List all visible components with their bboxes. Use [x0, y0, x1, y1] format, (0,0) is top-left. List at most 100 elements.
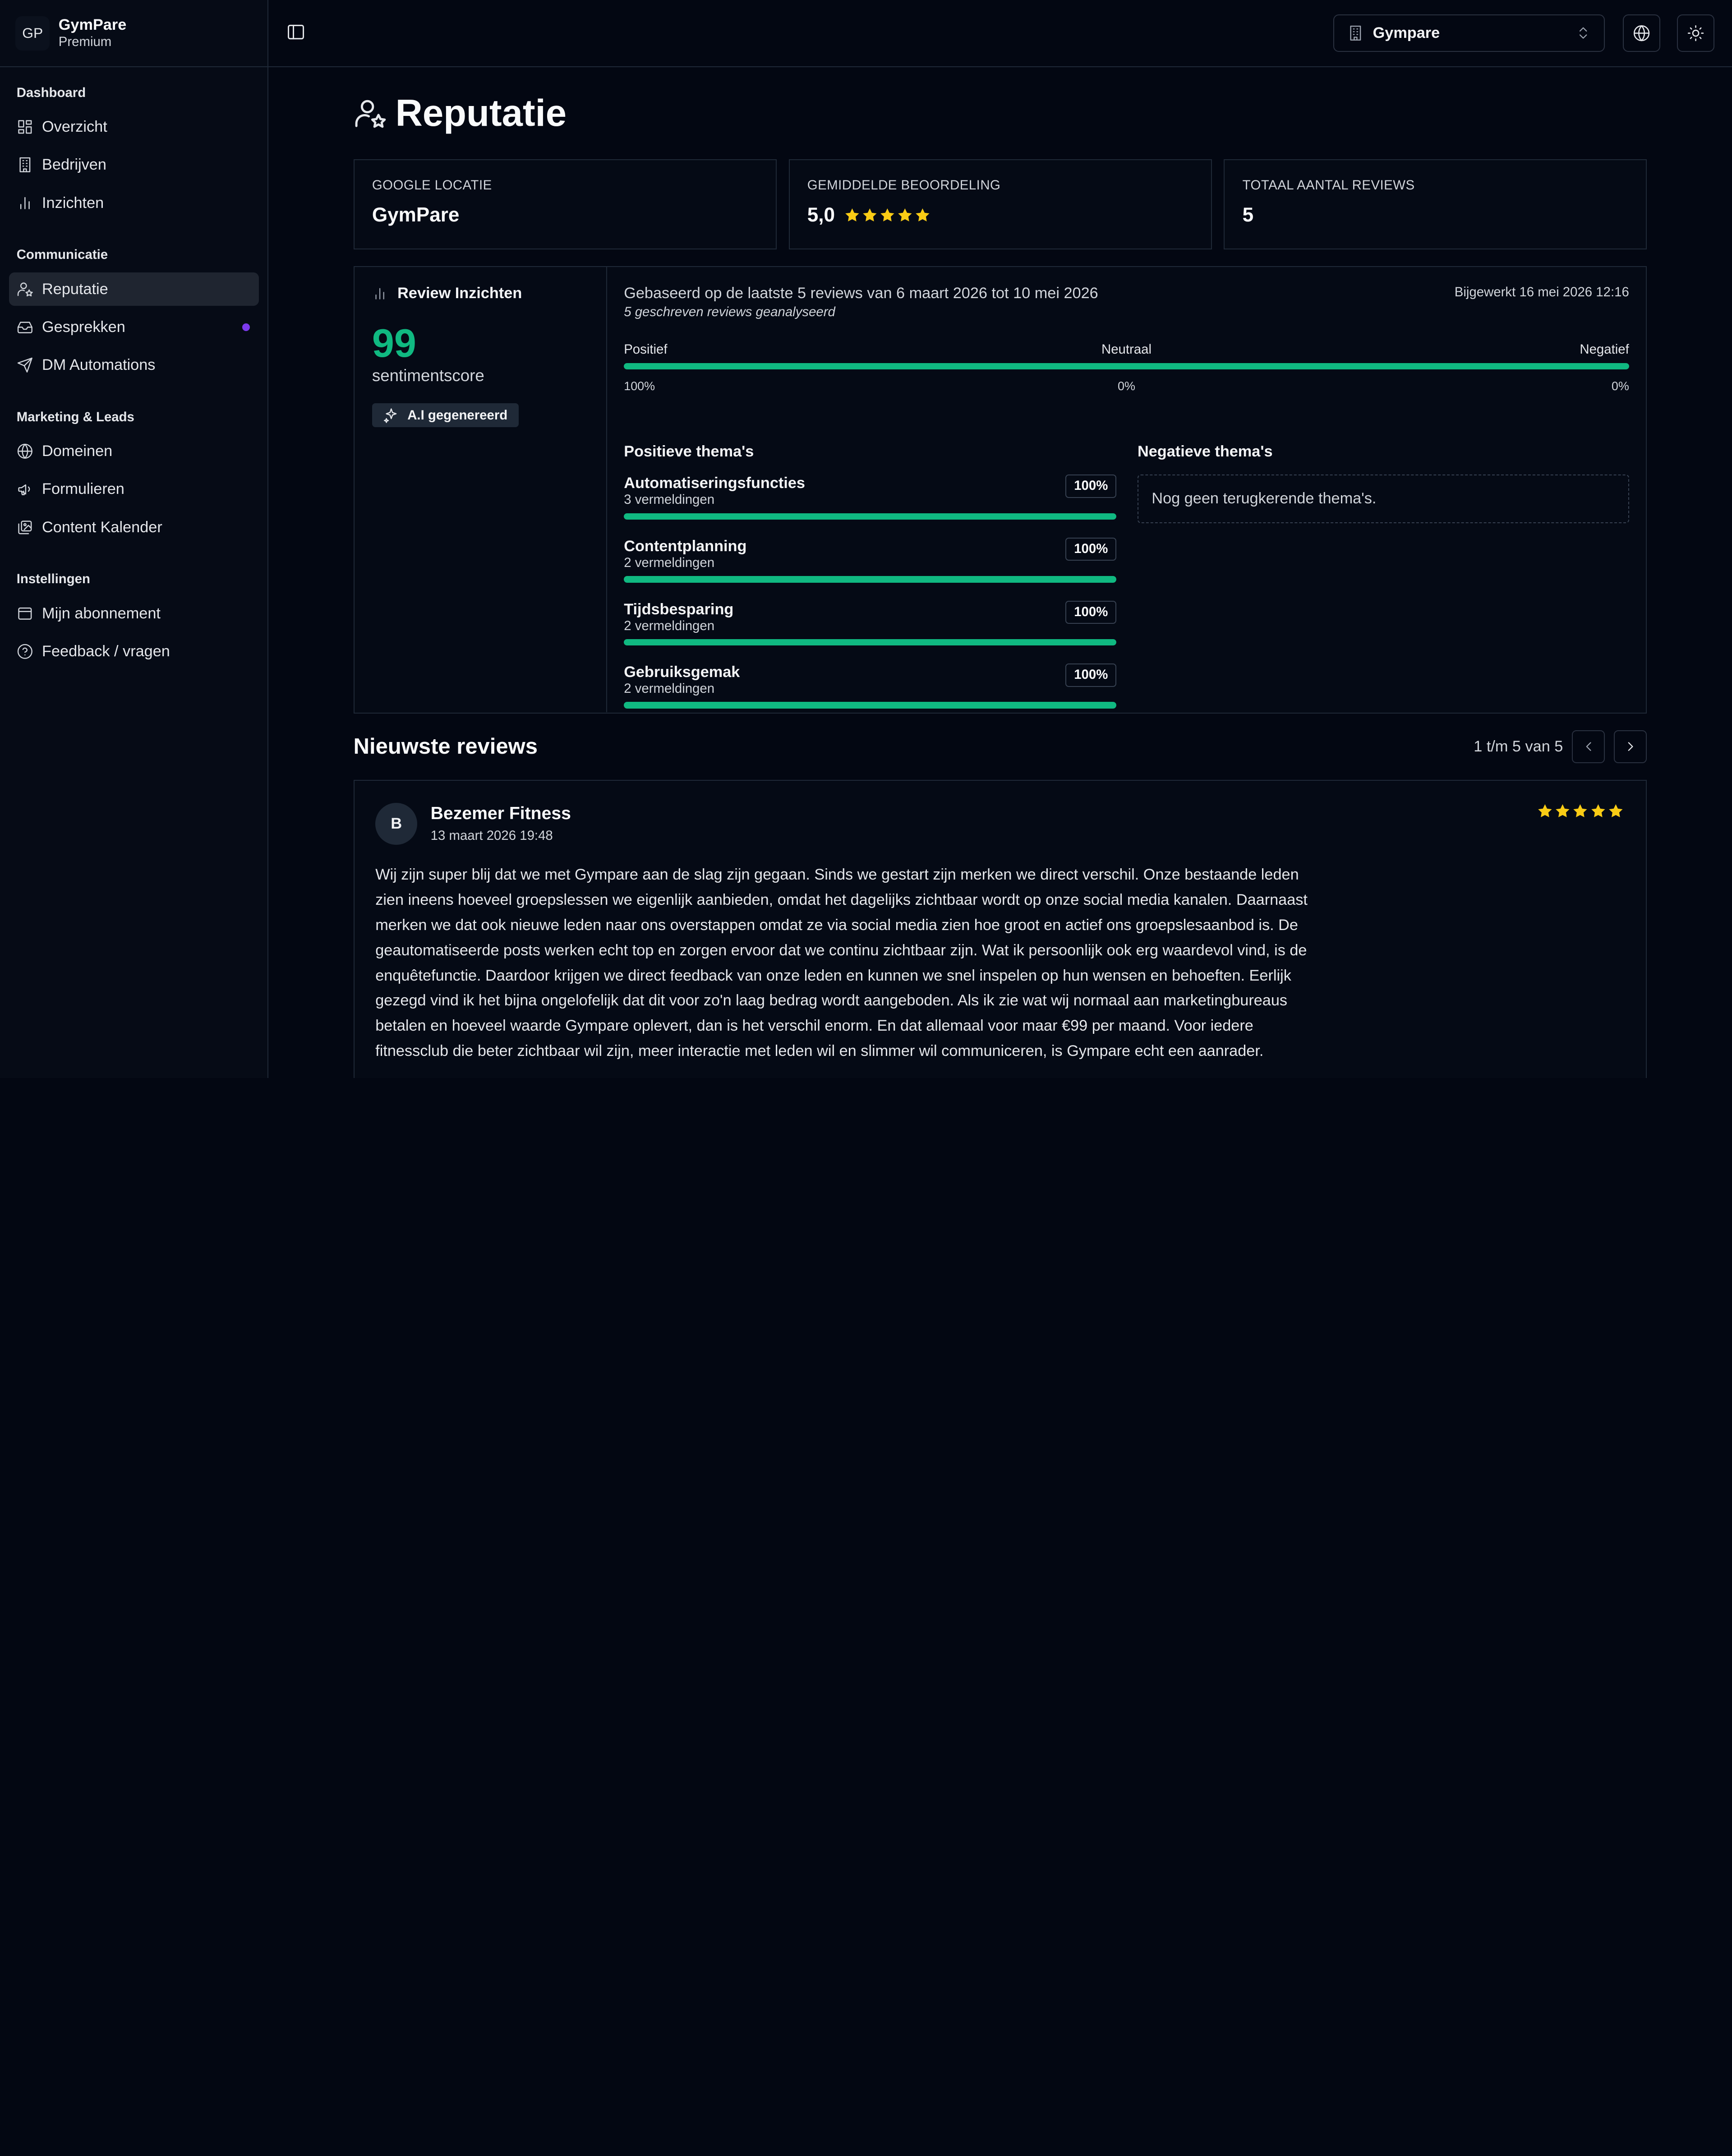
sentiment-neutral-pct: 0%	[1118, 379, 1135, 393]
theme-item: Gebruiksgemak 2 vermeldingen 100%	[624, 663, 1117, 727]
brand-switcher[interactable]: GP GymPare Premium	[0, 0, 268, 68]
sidebar-item-inzichten[interactable]: Inzichten	[9, 186, 259, 219]
sidebar-item-label: DM Automations	[42, 356, 156, 374]
ai-generated-badge: A.I gegenereerd	[372, 403, 519, 428]
sidebar-item-label: Inzichten	[42, 194, 104, 212]
sentiment-bar-positive-fill	[624, 363, 1629, 370]
user-star-icon	[355, 100, 386, 128]
sidebar-item-label: Overzicht	[42, 118, 107, 136]
star-icon	[1608, 804, 1623, 817]
sidebar-item-dm-automations[interactable]: DM Automations	[9, 349, 259, 382]
theme-item: Contentplanning 2 vermeldingen 100%	[624, 537, 1117, 601]
review-stars	[1537, 803, 1625, 820]
sentiment-negative-label: Negatief	[1580, 342, 1629, 357]
page-title: Reputatie	[354, 92, 567, 135]
theme-bar-fill	[624, 639, 1117, 646]
sentiment-percentages: 100% 0% 0%	[624, 379, 1629, 395]
help-circle-icon	[17, 644, 32, 659]
theme-percentage: 100%	[1065, 475, 1117, 498]
nav-group-title: Communicatie	[16, 247, 108, 263]
chevrons-up-down-icon	[1579, 27, 1587, 39]
brand-plan: Premium	[58, 34, 112, 49]
bar-chart-icon	[375, 288, 384, 299]
sidebar-item-formulieren[interactable]: Formulieren	[9, 473, 259, 506]
theme-name: Tijdsbesparing	[624, 600, 734, 618]
negative-themes-title: Negatieve thema's	[1138, 442, 1273, 460]
sidebar-item-gesprekken[interactable]: Gesprekken	[9, 311, 259, 344]
next-page-button[interactable]	[1613, 730, 1647, 764]
stat-value: GymPare	[372, 204, 460, 226]
rating-stars	[844, 207, 932, 224]
images-icon	[18, 521, 32, 534]
user-star-icon	[17, 282, 33, 296]
sidebar-toggle-button[interactable]	[286, 22, 306, 42]
theme-name: Automatiseringsfuncties	[624, 475, 805, 492]
sentiment-neutral-label: Neutraal	[1101, 342, 1152, 357]
panel-left-icon	[288, 24, 304, 40]
sidebar-item-label: Content Kalender	[42, 518, 162, 536]
nav-group-dashboard: Dashboard Overzicht Bedrijven Inzichten	[0, 83, 267, 220]
sidebar-item-feedback[interactable]: Feedback / vragen	[9, 635, 259, 668]
sentiment-score-label: sentimentscore	[372, 366, 484, 385]
review-card: B Bezemer Fitness 13 maart 2026 19:48 Wi…	[353, 779, 1647, 1078]
sidebar-item-label: Reputatie	[42, 280, 108, 298]
review-insights-card: Review Inzichten 99 sentimentscore A.I g…	[353, 266, 1647, 714]
theme-name: Gebruiksgemak	[624, 663, 740, 681]
sidebar-item-reputatie[interactable]: Reputatie	[9, 272, 259, 306]
stat-card-total-reviews: TOTAAL AANTAL REVIEWS 5	[1224, 159, 1647, 250]
brand-name: GymPare	[58, 16, 127, 33]
stat-value-row: 5,0	[807, 204, 1193, 226]
negative-themes: Negatieve thema's Nog geen terugkerende …	[1138, 443, 1629, 524]
sidebar-item-mijn-abonnement[interactable]: Mijn abonnement	[9, 597, 259, 630]
organization-select[interactable]: Gympare	[1333, 14, 1605, 52]
sentiment-positive-label: Positief	[624, 342, 668, 357]
star-icon	[862, 208, 877, 221]
nav-group-title: Instellingen	[16, 571, 90, 587]
top-header: Gympare	[268, 0, 1732, 68]
insights-title-text: Review Inzichten	[397, 285, 522, 302]
star-icon	[1538, 804, 1552, 817]
building-icon	[1350, 25, 1361, 41]
avatar: B	[375, 802, 418, 845]
insights-score-panel: Review Inzichten 99 sentimentscore A.I g…	[355, 267, 608, 713]
language-button[interactable]	[1622, 14, 1660, 52]
star-icon	[916, 208, 930, 221]
positive-themes-title: Positieve thema's	[624, 442, 754, 460]
insights-updated-at: Bijgewerkt 16 mei 2026 12:16	[1454, 285, 1629, 300]
theme-count: 2 vermeldingen	[624, 618, 715, 633]
sidebar-item-bedrijven[interactable]: Bedrijven	[9, 148, 259, 181]
previous-page-button[interactable]	[1571, 730, 1605, 764]
globe-icon	[17, 444, 32, 459]
theme-bar	[624, 702, 1117, 709]
reviews-pagination: 1 t/m 5 van 5	[1474, 730, 1647, 764]
insights-details: Gebaseerd op de laatste 5 reviews van 6 …	[624, 285, 1629, 709]
stat-value: 5	[1242, 204, 1254, 226]
pagination-range: 1 t/m 5 van 5	[1474, 738, 1563, 755]
reviews-title: Nieuwste reviews	[353, 734, 538, 759]
nav-group-communicatie: Communicatie Reputatie Gesprekken DM Aut…	[0, 245, 267, 382]
star-icon	[1556, 804, 1570, 817]
credit-card-icon	[18, 607, 32, 620]
sidebar-item-label: Formulieren	[42, 480, 124, 498]
theme-name: Contentplanning	[624, 537, 747, 555]
star-icon	[898, 208, 912, 221]
sentiment-negative-pct: 0%	[1611, 379, 1629, 393]
nav-group-marketing: Marketing & Leads Domeinen Formulieren C…	[0, 407, 267, 544]
rating-value: 5,0	[807, 204, 835, 226]
positive-themes: Positieve thema's Automatiseringsfunctie…	[624, 442, 1117, 727]
stat-card-rating: GEMIDDELDE BEOORDELING 5,0	[788, 159, 1212, 250]
star-icon	[880, 208, 894, 221]
sidebar-item-content-kalender[interactable]: Content Kalender	[9, 511, 259, 544]
theme-bar	[624, 639, 1117, 646]
nav-group-instellingen: Instellingen Mijn abonnement Feedback / …	[0, 569, 267, 668]
theme-item: Tijdsbesparing 2 vermeldingen 100%	[624, 600, 1117, 664]
theme-percentage: 100%	[1065, 537, 1117, 561]
theme-percentage: 100%	[1065, 600, 1117, 624]
sentiment-score: 99	[372, 321, 416, 366]
sidebar-item-domeinen[interactable]: Domeinen	[9, 435, 259, 468]
sentiment-positive-pct: 100%	[624, 379, 655, 393]
sidebar-item-overzicht[interactable]: Overzicht	[9, 111, 259, 143]
theme-toggle-button[interactable]	[1677, 14, 1714, 52]
page-title-text: Reputatie	[395, 92, 567, 134]
brand-logo: GP	[15, 16, 50, 51]
